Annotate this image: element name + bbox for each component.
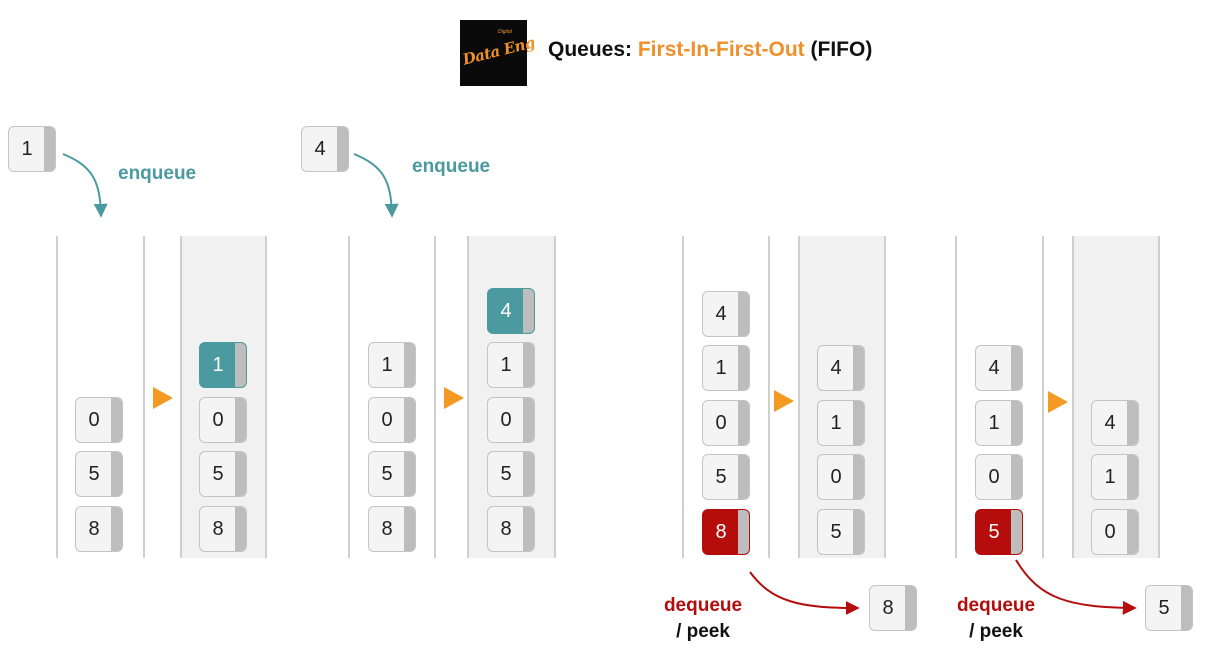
queue-item: 1 <box>702 345 750 391</box>
queue-item-front: 8 <box>702 509 750 555</box>
dequeue-label-1: dequeue / peek <box>663 595 743 642</box>
dequeue-arrow-1 <box>749 571 860 615</box>
dequeue-label-2: dequeue / peek <box>956 595 1036 642</box>
queue-item: 5 <box>368 451 416 497</box>
queue-item: 0 <box>75 397 123 443</box>
queue-item: 1 <box>368 342 416 388</box>
queue-item: 0 <box>199 397 247 443</box>
queue-item: 4 <box>702 291 750 337</box>
queue-item: 1 <box>487 342 535 388</box>
queue-item: 4 <box>975 345 1023 391</box>
queue-item: 5 <box>199 451 247 497</box>
incoming-item-2: 4 <box>301 126 349 172</box>
outgoing-item-1: 8 <box>869 585 917 631</box>
transition-arrow-1 <box>153 387 173 409</box>
queue-item: 0 <box>487 397 535 443</box>
queue-item: 0 <box>702 400 750 446</box>
queue-item: 4 <box>1091 400 1139 446</box>
enqueue-arrow-2 <box>353 153 399 218</box>
queue-item: 0 <box>817 454 865 500</box>
enqueue-label-1: enqueue <box>118 163 197 184</box>
queue-item-new: 4 <box>487 288 535 334</box>
queue-item: 8 <box>368 506 416 552</box>
queue-item: 8 <box>75 506 123 552</box>
queue-item: 5 <box>817 509 865 555</box>
queue-item: 1 <box>1091 454 1139 500</box>
enqueue-label-2: enqueue <box>412 156 491 177</box>
queue-item-front: 5 <box>975 509 1023 555</box>
queue-item: 0 <box>368 397 416 443</box>
enqueue-arrow-1 <box>62 153 108 218</box>
queue-item-new: 1 <box>199 342 247 388</box>
queue-item: 0 <box>975 454 1023 500</box>
transition-arrow-2 <box>444 387 464 409</box>
queue-item: 0 <box>1091 509 1139 555</box>
queue-item: 1 <box>975 400 1023 446</box>
transition-arrow-4 <box>1048 391 1068 413</box>
queue-item: 1 <box>817 400 865 446</box>
queue-item: 8 <box>199 506 247 552</box>
outgoing-item-2: 5 <box>1145 585 1193 631</box>
transition-arrow-3 <box>774 390 794 412</box>
incoming-item-1: 1 <box>8 126 56 172</box>
queue-item: 4 <box>817 345 865 391</box>
queue-item: 5 <box>487 451 535 497</box>
queue-item: 8 <box>487 506 535 552</box>
queue-item: 5 <box>702 454 750 500</box>
queue-item: 5 <box>75 451 123 497</box>
